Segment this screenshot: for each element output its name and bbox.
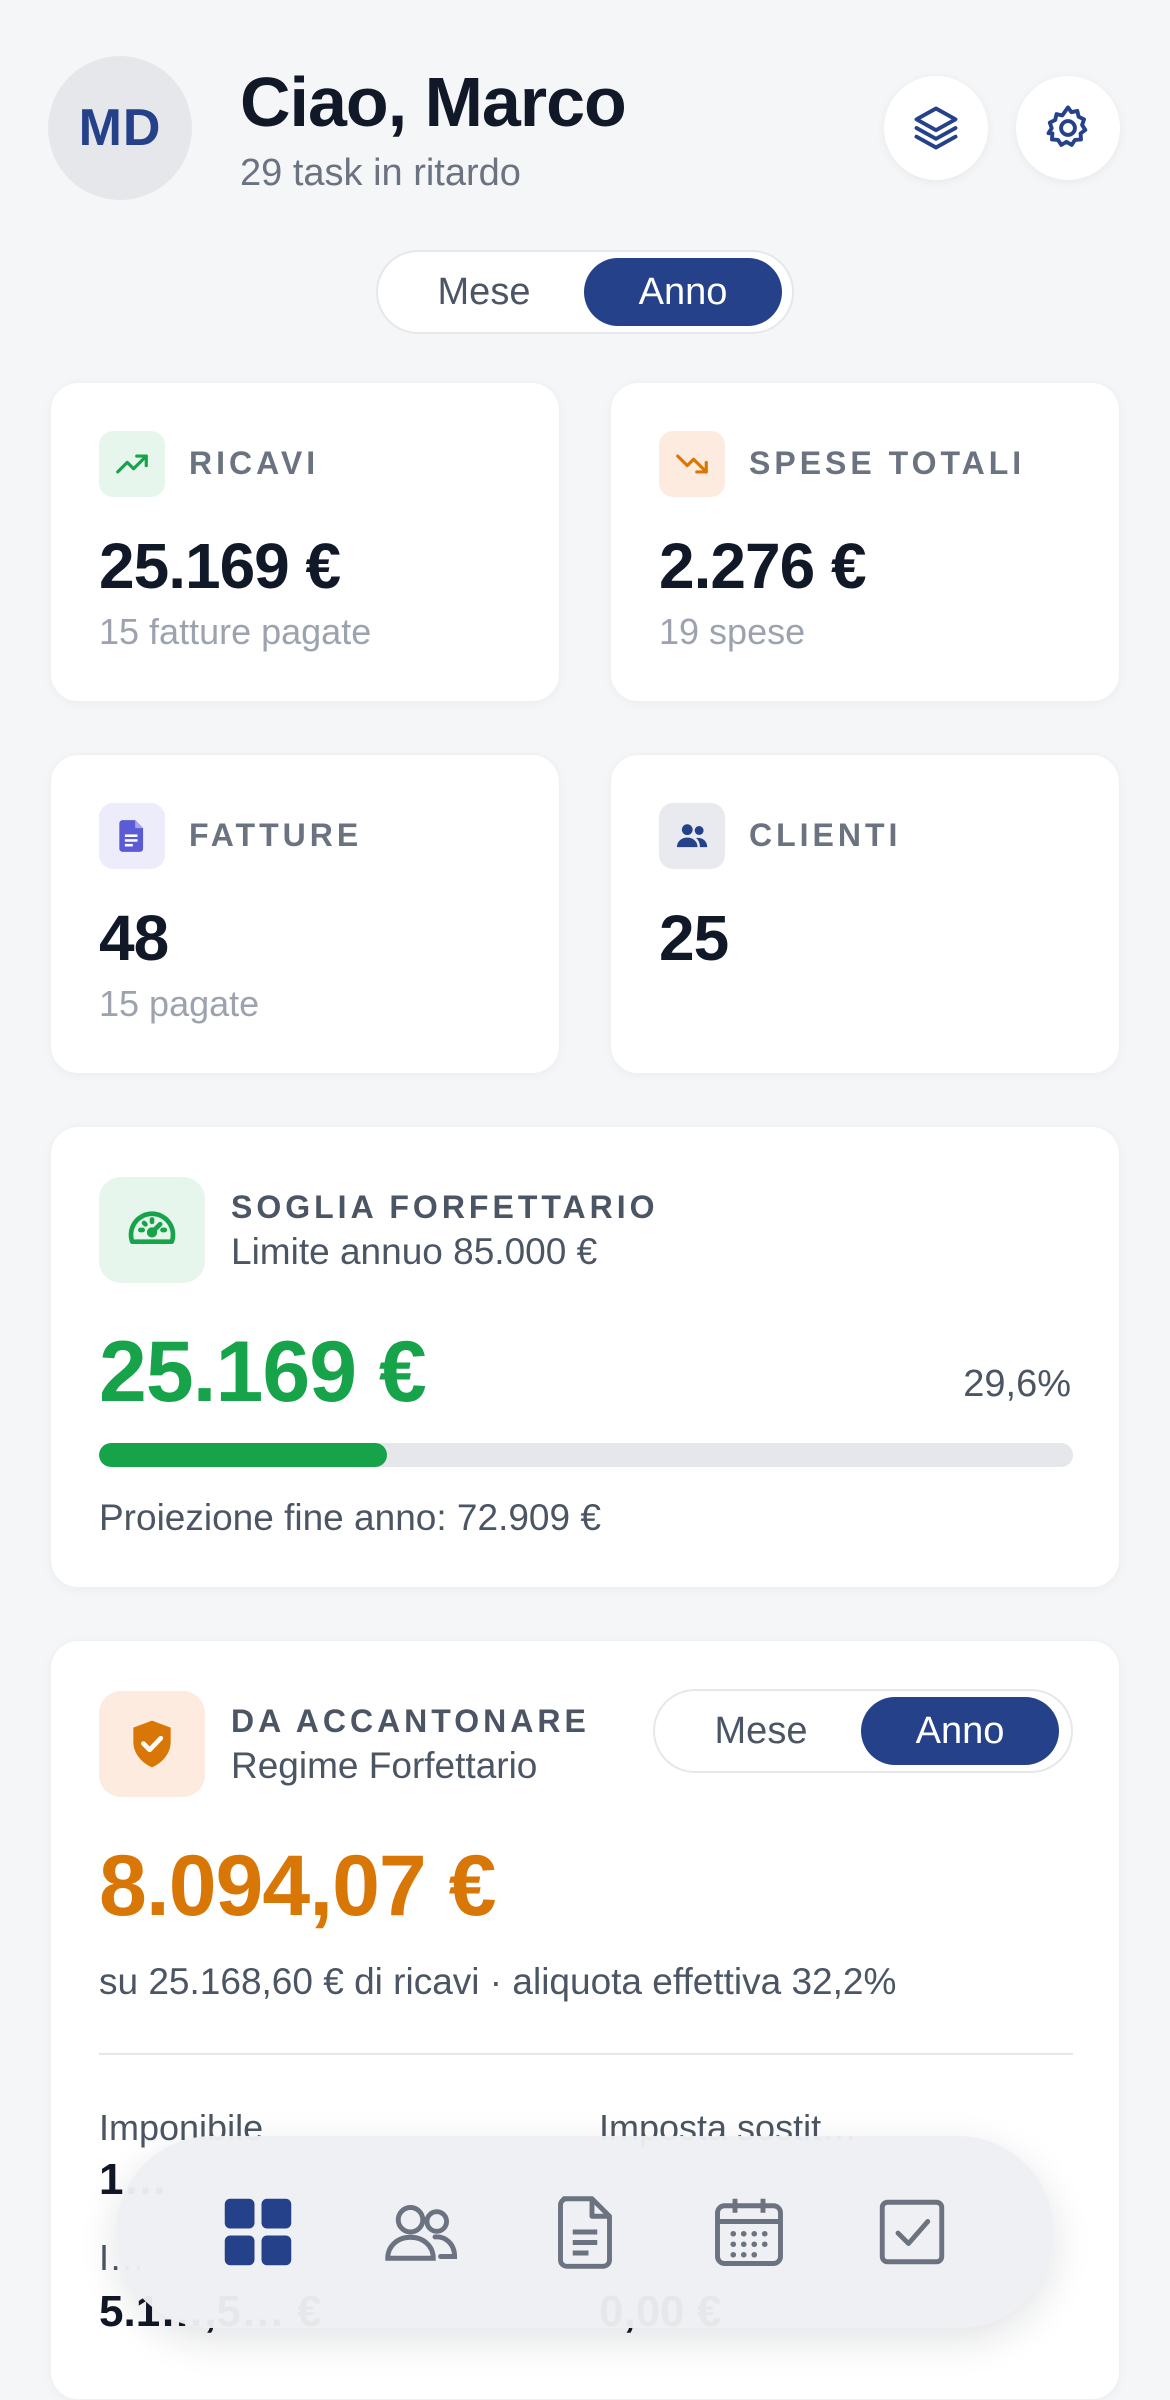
stat-label: FATTURE — [189, 817, 363, 853]
stat-label: CLIENTI — [749, 817, 902, 853]
savings-option-anno[interactable]: Anno — [861, 1697, 1059, 1765]
stat-card-fatture[interactable]: FATTURE 48 15 pagate — [50, 754, 560, 1074]
document-icon — [558, 2196, 612, 2269]
dashboard-screen: MD Ciao, Marco 29 task in ritardo Mese A… — [0, 0, 1170, 2400]
threshold-label: SOGLIA FORFETTARIO — [231, 1189, 659, 1225]
savings-option-mese[interactable]: Mese — [661, 1697, 861, 1765]
threshold-projection: Proiezione fine anno: 72.909 € — [99, 1497, 601, 1538]
threshold-percent: 29,6% — [963, 1363, 1071, 1405]
stat-value: 25 — [659, 902, 729, 974]
stat-label: SPESE TOTALI — [749, 445, 1026, 481]
stat-subtext: 19 spese — [659, 611, 806, 652]
period-option-anno[interactable]: Anno — [584, 258, 782, 326]
avatar[interactable]: MD — [48, 56, 192, 200]
stat-value: 2.276 € — [659, 530, 867, 602]
trending-down-icon — [659, 431, 725, 497]
bottom-navigation — [116, 2136, 1054, 2328]
grid-icon — [224, 2198, 292, 2266]
nav-documents[interactable] — [537, 2184, 633, 2280]
settings-button[interactable] — [1016, 76, 1120, 180]
trending-up-icon — [99, 431, 165, 497]
threshold-limit: Limite annuo 85.000 € — [231, 1231, 598, 1272]
gear-icon — [1046, 105, 1088, 147]
stat-subtext: 15 pagate — [99, 983, 260, 1024]
savings-period-toggle: Mese Anno — [653, 1689, 1073, 1773]
speedometer-icon — [99, 1177, 205, 1283]
divider — [99, 2053, 1073, 2055]
checkbox-icon — [879, 2199, 945, 2265]
greeting-title: Ciao, Marco — [240, 63, 627, 141]
stat-card-spese[interactable]: SPESE TOTALI 2.276 € 19 spese — [610, 382, 1120, 702]
nav-dashboard[interactable] — [210, 2184, 306, 2280]
overdue-tasks-subtitle: 29 task in ritardo — [240, 152, 521, 194]
threshold-progress-bar — [99, 1443, 1073, 1467]
nav-calendar[interactable] — [701, 2184, 797, 2280]
threshold-progress-fill — [99, 1443, 388, 1467]
stat-label: RICAVI — [189, 445, 320, 481]
period-option-mese[interactable]: Mese — [384, 258, 584, 326]
threshold-value: 25.169 € — [99, 1324, 427, 1420]
layers-button[interactable] — [884, 76, 988, 180]
nav-tasks[interactable] — [864, 2184, 960, 2280]
nav-clients[interactable] — [373, 2184, 469, 2280]
stat-card-ricavi[interactable]: RICAVI 25.169 € 15 fatture pagate — [50, 382, 560, 702]
shield-check-icon — [99, 1691, 205, 1797]
savings-value: 8.094,07 € — [99, 1838, 496, 1934]
layers-icon — [914, 106, 958, 150]
stat-value: 25.169 € — [99, 530, 341, 602]
calendar-icon — [714, 2198, 783, 2266]
stat-card-clienti[interactable]: CLIENTI 25 — [610, 754, 1120, 1074]
users-icon — [659, 803, 725, 869]
savings-regime: Regime Forfettario — [231, 1745, 538, 1786]
stat-subtext: 15 fatture pagate — [99, 611, 372, 652]
threshold-card[interactable]: SOGLIA FORFETTARIO Limite annuo 85.000 €… — [50, 1126, 1120, 1588]
users-icon — [385, 2205, 458, 2261]
savings-detail: su 25.168,60 € di ricavi · aliquota effe… — [99, 1961, 897, 2002]
savings-label: DA ACCANTONARE — [231, 1703, 590, 1739]
stat-value: 48 — [99, 902, 169, 974]
document-icon — [99, 803, 165, 869]
period-toggle: Mese Anno — [376, 250, 794, 334]
